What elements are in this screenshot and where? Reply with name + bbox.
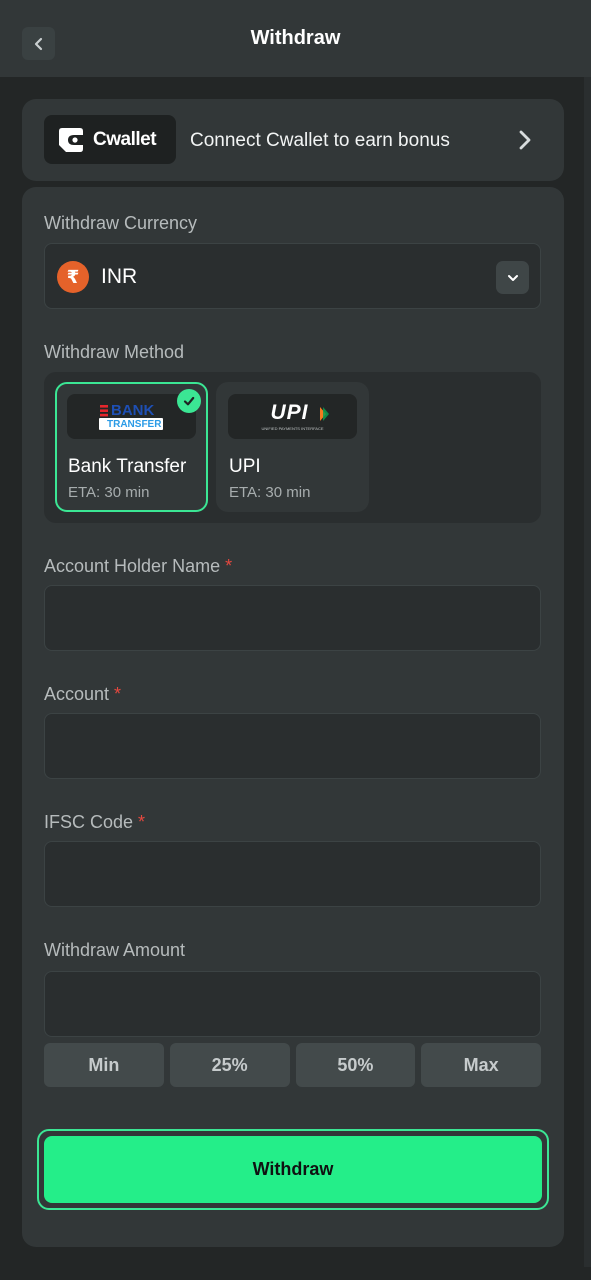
currency-value: INR	[101, 265, 138, 288]
ifsc-label: IFSC Code *	[44, 812, 146, 832]
amount-input[interactable]	[44, 971, 541, 1037]
percent-50-button[interactable]: 50%	[295, 1043, 416, 1087]
cwallet-logo: Cwallet	[44, 115, 176, 164]
method-name: UPI	[229, 456, 261, 477]
chevron-down-icon	[507, 274, 518, 281]
ifsc-input[interactable]	[44, 841, 541, 907]
bank-logo-bottom: TRANSFER	[107, 419, 162, 430]
cwallet-banner[interactable]: Cwallet Connect Cwallet to earn bonus	[22, 99, 564, 181]
selected-check-icon	[177, 389, 201, 413]
method-name: Bank Transfer	[68, 456, 187, 477]
rupee-icon: ₹	[57, 261, 89, 293]
cwallet-promo-text: Connect Cwallet to earn bonus	[190, 130, 450, 151]
method-eta: ETA: 30 min	[68, 484, 150, 501]
cwallet-icon	[59, 127, 83, 152]
currency-label: Withdraw Currency	[44, 213, 198, 233]
page-title: Withdraw	[250, 27, 341, 49]
upi-logo-subtitle: UNIFIED PAYMENTS INTERFACE	[261, 425, 324, 431]
upi-logo: UPI UNIFIED PAYMENTS INTERFACE	[228, 394, 357, 439]
account-label: Account *	[44, 684, 122, 704]
method-bank-transfer[interactable]: BANK TRANSFER Bank Transfer ETA: 30 min	[55, 382, 208, 512]
max-button[interactable]: Max	[421, 1043, 541, 1087]
percent-25-button[interactable]: 25%	[169, 1043, 290, 1087]
method-label: Withdraw Method	[44, 342, 185, 362]
min-button[interactable]: Min	[44, 1043, 164, 1087]
method-upi[interactable]: UPI UNIFIED PAYMENTS INTERFACE UPI ETA: …	[216, 382, 369, 512]
quick-amount-row: Min 25% 50% Max	[44, 1043, 541, 1087]
withdraw-button[interactable]: Withdraw	[44, 1136, 542, 1203]
currency-select[interactable]: ₹ INR	[44, 243, 541, 309]
top-bar: Withdraw	[0, 0, 591, 77]
withdraw-button-frame: Withdraw	[37, 1129, 549, 1210]
upi-arrow-icon	[319, 406, 329, 421]
currency-dropdown-button[interactable]	[496, 261, 529, 294]
bank-logo-top: BANK	[111, 402, 155, 419]
account-holder-label: Account Holder Name *	[44, 556, 233, 576]
withdraw-form: Withdraw Currency ₹ INR Withdraw Method …	[22, 187, 564, 1247]
method-list: BANK TRANSFER Bank Transfer ETA: 30 min …	[44, 372, 541, 523]
upi-logo-text: UPI	[270, 400, 309, 424]
method-eta: ETA: 30 min	[229, 484, 311, 501]
amount-label: Withdraw Amount	[44, 940, 186, 960]
cwallet-logo-text: Cwallet	[93, 128, 157, 150]
account-input[interactable]	[44, 713, 541, 779]
chevron-right-icon	[519, 130, 531, 150]
scrollbar[interactable]	[584, 77, 591, 1267]
account-holder-input[interactable]	[44, 585, 541, 651]
